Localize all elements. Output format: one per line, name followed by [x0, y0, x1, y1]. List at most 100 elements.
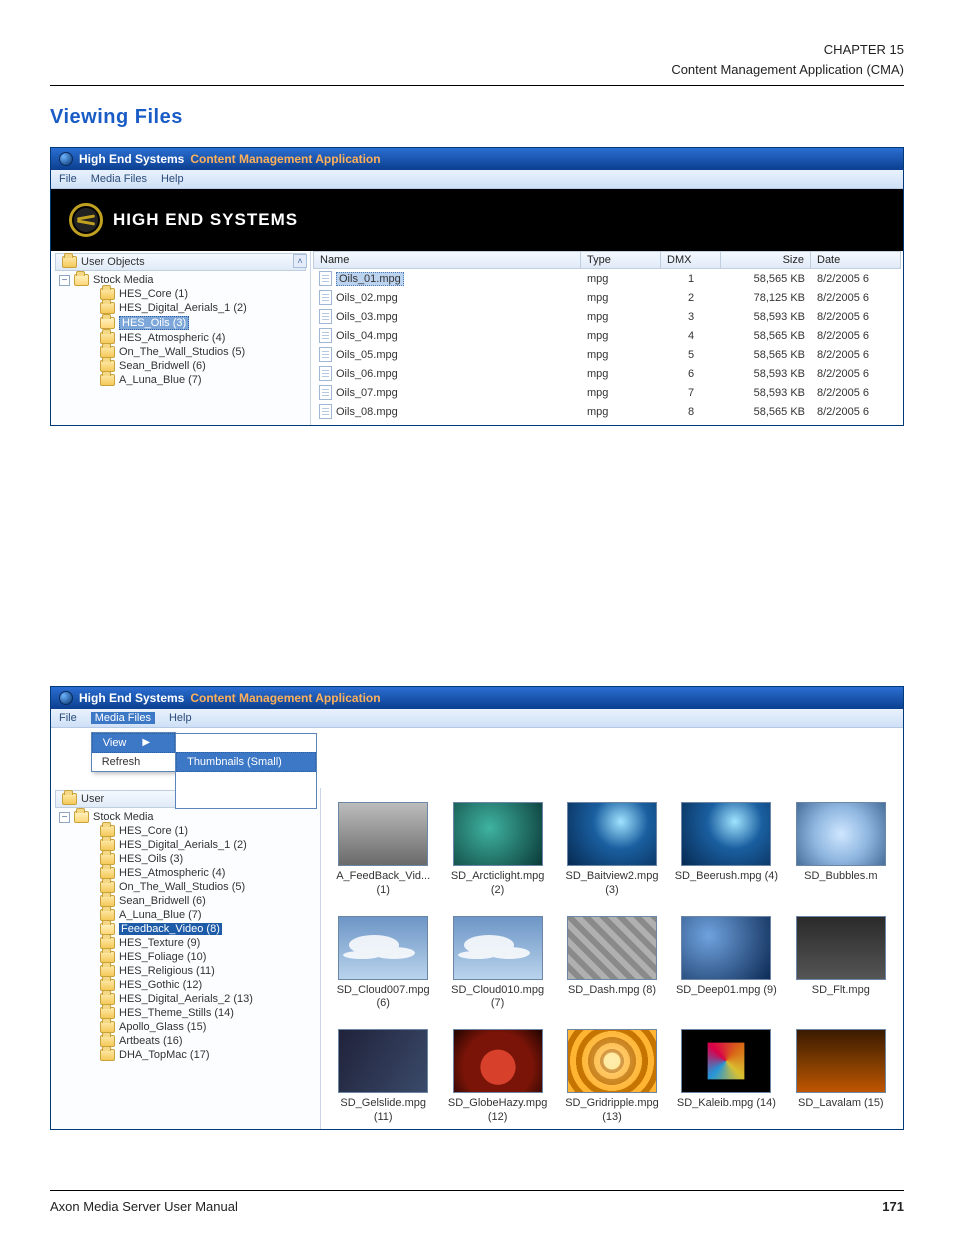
cma-window-list-view: High End Systems Content Management Appl… [50, 147, 904, 426]
file-row[interactable]: Oils_03.mpgmpg358,593 KB8/2/2005 6 [313, 307, 901, 326]
tree-item[interactable]: HES_Gothic (12) [119, 979, 202, 991]
submenu-item-details[interactable]: Details [176, 734, 316, 752]
tree-item-hes-oils-selected[interactable]: HES_Oils (3) [119, 316, 189, 330]
tree-item-hes-digital-aerials-1[interactable]: HES_Digital_Aerials_1 (2) [119, 302, 247, 314]
file-name: Oils_08.mpg [336, 406, 398, 418]
thumbnail-item[interactable]: SD_Kaleib.mpg (14) [674, 1029, 778, 1125]
menu-media-files-open[interactable]: Media Files View ▶ Details Thumbnails (S… [91, 712, 155, 724]
file-row[interactable]: Oils_01.mpgmpg158,565 KB8/2/2005 6 [313, 269, 901, 288]
folder-icon [74, 811, 89, 823]
app-icon [59, 152, 73, 166]
tree-item[interactable]: HES_Foliage (10) [119, 951, 206, 963]
file-name: Oils_02.mpg [336, 292, 398, 304]
window-titlebar[interactable]: High End Systems Content Management Appl… [51, 148, 903, 170]
tree-item[interactable]: DHA_TopMac (17) [119, 1049, 209, 1061]
thumbnail-item[interactable]: SD_Baitview2.mpg (3) [560, 802, 664, 898]
thumbnail-image [796, 916, 886, 980]
thumbnail-item[interactable]: SD_Dash.mpg (8) [560, 916, 664, 1012]
thumbnail-item[interactable]: SD_Beerush.mpg (4) [674, 802, 778, 898]
file-date: 8/2/2005 6 [811, 367, 901, 381]
file-row[interactable]: Oils_07.mpgmpg758,593 KB8/2/2005 6 [313, 383, 901, 402]
tree-item[interactable]: HES_Digital_Aerials_1 (2) [119, 839, 247, 851]
menu-help[interactable]: Help [161, 173, 184, 185]
menu-item-refresh[interactable]: Refresh [92, 753, 175, 771]
file-row[interactable]: Oils_06.mpgmpg658,593 KB8/2/2005 6 [313, 364, 901, 383]
tree-item-stock-media[interactable]: Stock Media [93, 811, 154, 823]
tree-item[interactable]: Apollo_Glass (15) [119, 1021, 206, 1033]
file-icon [319, 328, 332, 343]
file-size: 58,565 KB [721, 272, 811, 286]
tree-item[interactable]: Sean_Bridwell (6) [119, 895, 206, 907]
thumbnail-image [453, 1029, 543, 1093]
menu-file[interactable]: File [59, 173, 77, 185]
file-dmx: 6 [661, 367, 721, 381]
tree-item[interactable]: HES_Religious (11) [119, 965, 215, 977]
submenu-item-thumbnails-small[interactable]: Thumbnails (Small) [176, 752, 316, 772]
tree-item[interactable]: HES_Digital_Aerials_2 (13) [119, 993, 253, 1005]
tree-item[interactable]: HES_Oils (3) [119, 853, 183, 865]
tree-item[interactable]: Artbeats (16) [119, 1035, 183, 1047]
submenu-item-thumbnails-medium[interactable]: Thumbnails (Medium) [176, 772, 316, 790]
thumbnail-caption: SD_GlobeHazy.mpg (12) [445, 1097, 549, 1125]
window-titlebar[interactable]: High End Systems Content Management Appl… [51, 687, 903, 709]
thumbnail-item[interactable]: A_FeedBack_Vid... (1) [331, 802, 435, 898]
tree-scroll-up[interactable]: ˄ [293, 254, 307, 268]
folder-icon [74, 274, 89, 286]
tree-toggle[interactable]: − [59, 812, 70, 823]
column-header-type[interactable]: Type [581, 251, 661, 269]
thumbnail-item[interactable]: SD_Arcticlight.mpg (2) [445, 802, 549, 898]
file-icon [319, 347, 332, 362]
tree-item-on-the-wall-studios[interactable]: On_The_Wall_Studios (5) [119, 346, 245, 358]
menu-help[interactable]: Help [169, 712, 192, 724]
thumbnail-item[interactable]: SD_Deep01.mpg (9) [674, 916, 778, 1012]
thumbnail-item[interactable]: SD_Lavalam (15) [789, 1029, 893, 1125]
column-header-dmx[interactable]: DMX [661, 251, 721, 269]
folder-icon [100, 317, 115, 329]
file-date: 8/2/2005 6 [811, 329, 901, 343]
tree-item[interactable]: A_Luna_Blue (7) [119, 909, 202, 921]
column-header-date[interactable]: Date [811, 251, 901, 269]
file-date: 8/2/2005 6 [811, 386, 901, 400]
file-icon [319, 290, 332, 305]
thumbnail-item[interactable]: SD_Cloud007.mpg (6) [331, 916, 435, 1012]
tree-item[interactable]: On_The_Wall_Studios (5) [119, 881, 245, 893]
menu-media-files[interactable]: Media Files [91, 173, 147, 185]
file-icon [319, 404, 332, 419]
menu-item-view[interactable]: View ▶ Details Thumbnails (Small) Thumbn… [92, 733, 175, 753]
file-row[interactable]: Oils_08.mpgmpg858,565 KB8/2/2005 6 [313, 402, 901, 421]
tree-item-hes-core[interactable]: HES_Core (1) [119, 288, 188, 300]
thumbnail-item[interactable]: SD_Bubbles.m [789, 802, 893, 898]
thumbnail-pane: A_FeedBack_Vid... (1)SD_Arcticlight.mpg … [321, 788, 903, 1129]
tree-item-feedback-video-selected[interactable]: Feedback_Video (8) [119, 923, 222, 935]
tree-item[interactable]: HES_Texture (9) [119, 937, 200, 949]
tree-toggle[interactable]: − [59, 275, 70, 286]
file-row[interactable]: Oils_04.mpgmpg458,565 KB8/2/2005 6 [313, 326, 901, 345]
tree-item-a-luna-blue[interactable]: A_Luna_Blue (7) [119, 374, 202, 386]
tree-item[interactable]: HES_Theme_Stills (14) [119, 1007, 234, 1019]
submenu-item-thumbnails-large[interactable]: Thumbnails (Large) [176, 790, 316, 808]
thumbnail-item[interactable]: SD_Gelslide.mpg (11) [331, 1029, 435, 1125]
thumbnail-image [681, 916, 771, 980]
tree-item[interactable]: HES_Core (1) [119, 825, 188, 837]
submenu-label: Thumbnails (Small) [187, 756, 282, 768]
tree-item[interactable]: HES_Atmospheric (4) [119, 867, 225, 879]
tree-item-stock-media[interactable]: Stock Media [93, 274, 154, 286]
thumbnail-image [338, 916, 428, 980]
tree-item-hes-atmospheric[interactable]: HES_Atmospheric (4) [119, 332, 225, 344]
menu-file[interactable]: File [59, 712, 77, 724]
thumbnail-caption: SD_Baitview2.mpg (3) [560, 870, 664, 898]
thumbnail-item[interactable]: SD_Cloud010.mpg (7) [445, 916, 549, 1012]
thumbnail-item[interactable]: SD_GlobeHazy.mpg (12) [445, 1029, 549, 1125]
file-list-header: Name Type DMX Size Date [313, 251, 901, 269]
column-header-size[interactable]: Size [721, 251, 811, 269]
tree-item-sean-bridwell[interactable]: Sean_Bridwell (6) [119, 360, 206, 372]
thumbnail-item[interactable]: SD_Gridripple.mpg (13) [560, 1029, 664, 1125]
thumbnail-caption: SD_Gridripple.mpg (13) [560, 1097, 664, 1125]
file-type: mpg [581, 291, 661, 305]
file-row[interactable]: Oils_05.mpgmpg558,565 KB8/2/2005 6 [313, 345, 901, 364]
file-name: Oils_06.mpg [336, 368, 398, 380]
file-type: mpg [581, 329, 661, 343]
thumbnail-item[interactable]: SD_Flt.mpg [789, 916, 893, 1012]
column-header-name[interactable]: Name [313, 251, 581, 269]
file-row[interactable]: Oils_02.mpgmpg278,125 KB8/2/2005 6 [313, 288, 901, 307]
